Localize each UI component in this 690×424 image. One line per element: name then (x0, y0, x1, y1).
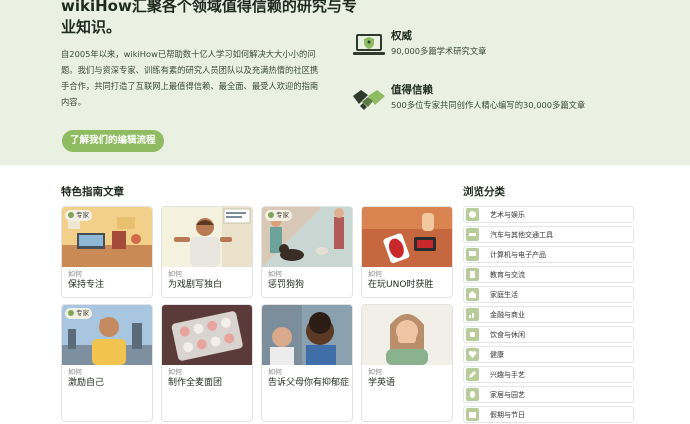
category-computers[interactable]: 计算机与电子产品 (463, 246, 634, 263)
category-health[interactable]: 健康 (463, 346, 634, 363)
article-title: 在玩UNO时获胜 (368, 280, 434, 290)
family-talk-illustration (262, 305, 352, 365)
category-family[interactable]: 家庭生活 (463, 286, 634, 303)
category-label: 健康 (490, 351, 504, 359)
house-icon (466, 288, 479, 301)
expert-badge: 专家 (65, 210, 92, 221)
category-home-garden[interactable]: 家居与园艺 (463, 386, 634, 403)
category-label: 计算机与电子产品 (490, 251, 546, 259)
cup-icon (466, 328, 479, 341)
chart-icon (466, 308, 479, 321)
featured-articles-title: 特色指南文章 (61, 186, 124, 198)
article-title: 学英语 (368, 378, 396, 388)
dough-balls-illustration (162, 305, 252, 365)
laptop-shield-icon (352, 28, 386, 62)
article-card[interactable]: 专家 如何 惩罚狗狗 (261, 206, 353, 298)
article-title: 保持专注 (68, 280, 105, 290)
article-card[interactable]: 如何 告诉父母你有抑郁症 (261, 304, 353, 422)
article-card[interactable]: 专家 如何 保持专注 (61, 206, 153, 298)
category-hobbies[interactable]: 兴趣与手艺 (463, 366, 634, 383)
how-to-label: 如何 (68, 270, 82, 278)
category-education[interactable]: 教育与交流 (463, 266, 634, 283)
category-label: 兴趣与手艺 (490, 371, 525, 379)
article-card[interactable]: 专家 如何 激励自己 (61, 304, 153, 422)
article-title: 制作全麦面团 (168, 378, 223, 388)
article-card[interactable]: 如何 在玩UNO时获胜 (361, 206, 453, 298)
feature-trust-description: 500多位专家共同创作人精心编写的30,000多篇文章 (391, 100, 586, 110)
editorial-process-button[interactable]: 了解我们的编辑流程 (62, 130, 164, 152)
pencil-icon (466, 368, 479, 381)
calendar-icon (466, 408, 479, 421)
how-to-label: 如何 (168, 368, 182, 376)
uno-cards-illustration (362, 207, 452, 267)
category-food[interactable]: 饮食与休闲 (463, 326, 634, 343)
category-label: 汽车与其他交通工具 (490, 231, 553, 239)
hero-section: wikiHow汇聚各个领域值得信赖的研究与专业知识。 自2005年以来，wiki… (0, 0, 690, 165)
category-label: 家居与园艺 (490, 391, 525, 399)
palette-icon (466, 208, 479, 221)
expert-badge: 专家 (265, 210, 292, 221)
article-title: 为戏剧写独白 (168, 280, 223, 290)
leaf-icon (466, 388, 479, 401)
feature-authority-description: 90,000多篇学术研究文章 (391, 46, 487, 56)
category-label: 教育与交流 (490, 271, 525, 279)
expert-badge-label: 专家 (76, 211, 89, 219)
article-title: 告诉父母你有抑郁症 (268, 378, 350, 388)
article-title: 惩罚狗狗 (268, 280, 305, 290)
category-cars[interactable]: 汽车与其他交通工具 (463, 226, 634, 243)
category-label: 家庭生活 (490, 291, 518, 299)
hero-description: 自2005年以来，wikiHow已帮助数十亿人学习如何解决大大小小的问题。我们与… (61, 49, 319, 107)
how-to-label: 如何 (68, 368, 82, 376)
category-holidays[interactable]: 假期与节日 (463, 406, 634, 423)
expert-badge-label: 专家 (276, 211, 289, 219)
how-to-label: 如何 (168, 270, 182, 278)
browse-categories-title: 浏览分类 (463, 186, 505, 198)
article-title: 激励自己 (68, 378, 105, 388)
article-card[interactable]: 如何 为戏剧写独白 (161, 206, 253, 298)
how-to-label: 如何 (268, 270, 282, 278)
category-finance[interactable]: 金融与商业 (463, 306, 634, 323)
category-label: 饮食与休闲 (490, 331, 525, 339)
category-label: 金融与商业 (490, 311, 525, 319)
how-to-label: 如何 (368, 368, 382, 376)
handshake-icon (352, 82, 386, 116)
man-speaking-illustration (162, 207, 252, 267)
category-arts[interactable]: 艺术与娱乐 (463, 206, 634, 223)
expert-badge: 专家 (65, 308, 92, 319)
how-to-label: 如何 (268, 368, 282, 376)
hero-title: wikiHow汇聚各个领域值得信赖的研究与专业知识。 (61, 0, 357, 36)
article-card[interactable]: 如何 学英语 (361, 304, 453, 422)
feature-authority-title: 权威 (391, 30, 412, 42)
car-icon (466, 228, 479, 241)
woman-laughing-illustration (362, 305, 452, 365)
monitor-icon (466, 248, 479, 261)
book-icon (466, 268, 479, 281)
category-label: 假期与节日 (490, 411, 525, 419)
heart-icon (466, 348, 479, 361)
category-label: 艺术与娱乐 (490, 211, 525, 219)
expert-badge-label: 专家 (76, 309, 89, 317)
article-card[interactable]: 如何 制作全麦面团 (161, 304, 253, 422)
how-to-label: 如何 (368, 270, 382, 278)
feature-trust-title: 值得信赖 (391, 84, 433, 96)
